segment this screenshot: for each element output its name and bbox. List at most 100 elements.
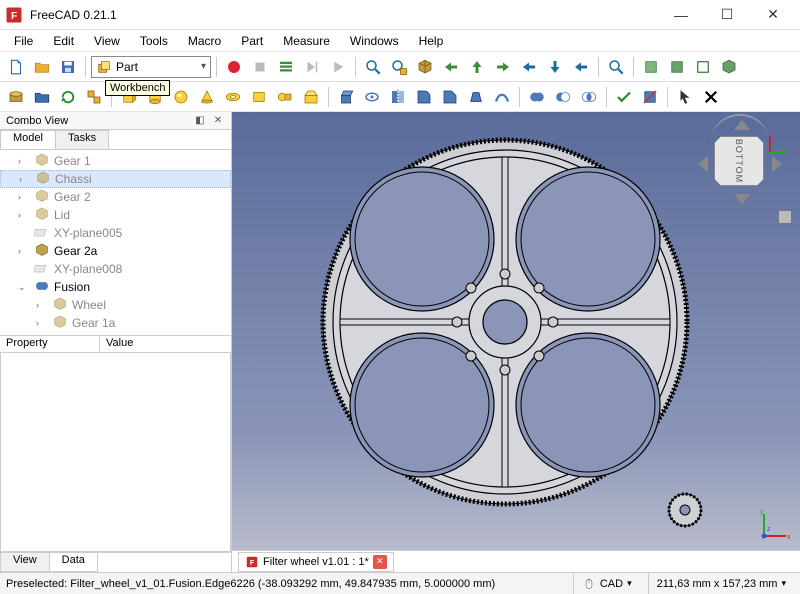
combo-close-button[interactable]: ✕ (211, 114, 225, 128)
tree-item[interactable]: ›Lid (0, 206, 231, 224)
menu-tools[interactable]: Tools (130, 32, 178, 50)
menu-edit[interactable]: Edit (43, 32, 84, 50)
navcube-arrow-up[interactable] (734, 120, 750, 130)
open-file-button[interactable] (30, 55, 54, 79)
tree-expander[interactable]: › (19, 174, 31, 184)
title-bar: F FreeCAD 0.21.1 — ☐ ✕ (0, 0, 800, 30)
tree-expander[interactable]: › (36, 318, 48, 328)
arrow-right-icon (494, 58, 512, 76)
section-button[interactable] (638, 85, 662, 109)
document-tab-close[interactable]: ✕ (373, 555, 387, 569)
macro-stop-button[interactable] (248, 55, 272, 79)
zoom-button[interactable] (604, 55, 628, 79)
cube-wire-icon (642, 58, 660, 76)
3d-viewport[interactable]: BOTTOM x y z F Filter wheel v1.01 : 1* ✕ (232, 112, 800, 572)
macros-button[interactable] (274, 55, 298, 79)
cone-primitive-button[interactable] (195, 85, 219, 109)
tree-item[interactable]: ›Wheel (0, 296, 231, 314)
boolean-cut-button[interactable] (551, 85, 575, 109)
status-nav-style[interactable]: CAD ▾ (573, 573, 640, 594)
view-front-button[interactable] (439, 55, 463, 79)
workbench-selector[interactable]: Part ▾ (91, 56, 211, 78)
macro-step-button[interactable] (300, 55, 324, 79)
navcube-arrow-left[interactable] (698, 156, 708, 172)
wireframe-button[interactable] (691, 55, 715, 79)
menu-measure[interactable]: Measure (273, 32, 340, 50)
navcube-arrow-down[interactable] (734, 194, 750, 204)
maximize-button[interactable]: ☐ (704, 0, 750, 30)
tab-tasks[interactable]: Tasks (55, 130, 109, 149)
refresh-button[interactable] (56, 85, 80, 109)
extrude-button[interactable] (334, 85, 358, 109)
minimize-button[interactable]: — (658, 0, 704, 30)
tree-item[interactable]: ›Gear 2 (0, 188, 231, 206)
isometric-button[interactable] (413, 55, 437, 79)
navcube-mini-icon[interactable] (778, 210, 792, 224)
tree-expander[interactable]: › (36, 300, 48, 310)
new-file-button[interactable] (4, 55, 28, 79)
view-rear-button[interactable] (517, 55, 541, 79)
check-geometry-button[interactable] (612, 85, 636, 109)
mirror-button[interactable] (386, 85, 410, 109)
shape-builder-button[interactable] (299, 85, 323, 109)
tree-expander[interactable]: › (18, 192, 30, 202)
mirror-icon (389, 88, 407, 106)
primitives-more-button[interactable] (273, 85, 297, 109)
doc-open-button[interactable] (30, 85, 54, 109)
chamfer-button[interactable] (438, 85, 462, 109)
tree-item[interactable]: XY-plane005 (0, 224, 231, 242)
model-tree[interactable]: ›Gear 1›Chassi›Gear 2›LidXY-plane005›Gea… (0, 150, 231, 335)
tree-item[interactable]: ⌄Fusion (0, 278, 231, 296)
revolve-button[interactable] (360, 85, 384, 109)
sphere-primitive-button[interactable] (169, 85, 193, 109)
view-left-button[interactable] (569, 55, 593, 79)
tree-item[interactable]: XY-plane008 (0, 260, 231, 278)
tree-item[interactable]: ›Gear 1a (0, 314, 231, 332)
tree-expander[interactable]: › (18, 210, 30, 220)
whats-this-button[interactable] (673, 85, 697, 109)
tab-view[interactable]: View (0, 553, 50, 572)
menu-file[interactable]: File (4, 32, 43, 50)
menu-part[interactable]: Part (231, 32, 273, 50)
navigation-cube[interactable]: BOTTOM (698, 120, 782, 204)
menu-macro[interactable]: Macro (178, 32, 231, 50)
sweep-button[interactable] (490, 85, 514, 109)
navcube-arrow-right[interactable] (772, 156, 782, 172)
combo-float-button[interactable]: ◧ (193, 114, 207, 128)
tree-item[interactable]: ›Gear 2a (0, 242, 231, 260)
close-button[interactable]: ✕ (750, 0, 796, 30)
tree-expander[interactable]: › (18, 156, 30, 166)
bounding-box-button[interactable] (665, 55, 689, 79)
fillet-button[interactable] (412, 85, 436, 109)
view-top-button[interactable] (465, 55, 489, 79)
loft-button[interactable] (464, 85, 488, 109)
document-tab[interactable]: F Filter wheel v1.01 : 1* ✕ (238, 552, 394, 572)
macro-record-button[interactable] (222, 55, 246, 79)
tab-data[interactable]: Data (49, 553, 98, 572)
boolean-union-button[interactable] (525, 85, 549, 109)
view-bottom-button[interactable] (543, 55, 567, 79)
save-button[interactable] (56, 55, 80, 79)
tab-model[interactable]: Model (0, 130, 56, 149)
fit-selection-button[interactable] (387, 55, 411, 79)
appearance-button[interactable] (717, 55, 741, 79)
tree-expander[interactable]: › (18, 246, 30, 256)
fit-all-button[interactable] (361, 55, 385, 79)
prism-primitive-button[interactable] (247, 85, 271, 109)
menu-view[interactable]: View (84, 32, 130, 50)
draw-style-button[interactable] (639, 55, 663, 79)
view-right-button[interactable] (491, 55, 515, 79)
tree-expander[interactable]: ⌄ (18, 282, 30, 293)
navcube-face[interactable]: BOTTOM (714, 136, 764, 186)
link-group-button[interactable] (82, 85, 106, 109)
menu-help[interactable]: Help (409, 32, 454, 50)
macro-play-button[interactable] (326, 55, 350, 79)
boolean-common-button[interactable] (577, 85, 601, 109)
tree-sync-button[interactable] (4, 85, 28, 109)
torus-primitive-button[interactable] (221, 85, 245, 109)
x-close-button[interactable] (699, 85, 723, 109)
svg-text:F: F (250, 559, 255, 566)
menu-windows[interactable]: Windows (340, 32, 409, 50)
tree-item[interactable]: ›Gear 1 (0, 152, 231, 170)
tree-item[interactable]: ›Chassi (0, 170, 231, 188)
